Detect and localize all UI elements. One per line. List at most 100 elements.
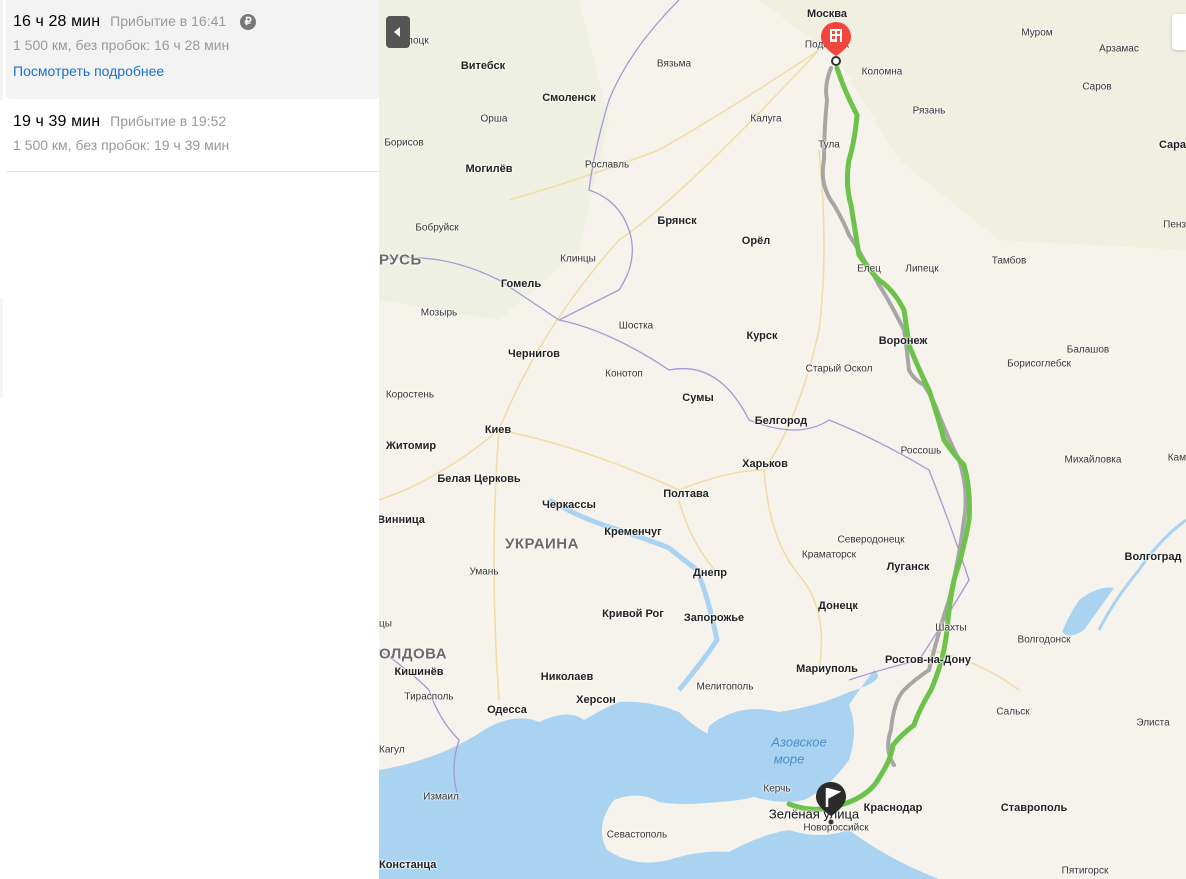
city-label: Херсон — [576, 694, 616, 706]
city-label: Бобруйск — [415, 222, 459, 234]
city-label: Вязьма — [656, 58, 692, 70]
city-label: Липецк — [905, 263, 939, 275]
city-label: Луганск — [886, 561, 930, 573]
city-label: Николаев — [540, 671, 594, 683]
city-label: Саров — [1082, 81, 1112, 93]
city-label: Кременчуг — [604, 526, 662, 538]
city-label: Клинцы — [560, 253, 596, 265]
city-label: Шахты — [935, 622, 967, 634]
city-label: Сальск — [996, 706, 1030, 718]
city-label: Борисоглебск — [1007, 358, 1071, 370]
city-label: Курск — [746, 330, 778, 342]
city-label: Конотоп — [605, 368, 643, 380]
city-label: Тамбов — [991, 255, 1027, 267]
city-label: Мелитополь — [696, 681, 754, 693]
city-label: Шостка — [618, 320, 654, 332]
city-label: Краматорск — [801, 549, 857, 561]
city-label: Брянск — [657, 215, 697, 227]
city-label: Старый Оскол — [805, 363, 873, 375]
volga-river — [1097, 518, 1186, 631]
city-label: Пятигорск — [1061, 865, 1109, 877]
city-label: Елец — [857, 263, 881, 275]
city-label: Элиста — [1136, 717, 1170, 729]
toll-road-icon: ₽ — [240, 14, 257, 30]
city-label: Житомир — [385, 440, 437, 452]
city-label: Михайловка — [1064, 454, 1122, 466]
route-panel: 16 ч 28 мин Прибытие в 16:41 ₽ 1 500 км,… — [0, 0, 379, 879]
city-label: Кам — [1167, 452, 1186, 464]
city-label: Коростень — [385, 389, 435, 401]
city-label: Констанца — [379, 859, 437, 871]
city-label: Волгодонск — [1017, 634, 1071, 646]
reservoir — [1062, 587, 1114, 636]
city-label: Калуга — [750, 113, 782, 125]
city-label: Рославль — [584, 159, 630, 171]
city-label: Гомель — [500, 278, 542, 290]
city-label: лоцк — [407, 35, 429, 47]
route-option-selected[interactable]: 16 ч 28 мин Прибытие в 16:41 ₽ 1 500 км,… — [6, 0, 379, 99]
route-details-link[interactable]: Посмотреть подробнее — [13, 63, 164, 79]
city-label: Белгород — [754, 415, 808, 427]
city-label: Кишинёв — [394, 666, 444, 678]
city-label: Воронеж — [878, 335, 928, 347]
route-option-alternative[interactable]: 19 ч 39 мин Прибытие в 19:52 1 500 км, б… — [6, 100, 379, 172]
collapse-panel-button[interactable] — [386, 16, 410, 48]
city-label: Сумы — [682, 392, 714, 404]
map-view[interactable]: Зелёная улица Азовское море УКРАИНА РУСЬ… — [379, 0, 1186, 879]
city-label: Ростов-на-Дону — [884, 654, 972, 666]
city-label: Белая Церковь — [437, 473, 521, 485]
city-label: Рязань — [912, 105, 946, 117]
city-label: Чернигов — [508, 348, 560, 360]
country-label: ОЛДОВА — [379, 645, 448, 663]
city-label: Одесса — [487, 704, 527, 716]
city-label: Харьков — [742, 458, 788, 470]
route-duration: 19 ч 39 мин — [13, 113, 101, 130]
map-controls[interactable] — [1172, 14, 1186, 50]
city-label: Орша — [480, 113, 508, 125]
city-label: Муром — [1021, 27, 1053, 39]
city-label: Полтава — [663, 488, 709, 500]
city-label: Арзамас — [1099, 43, 1139, 55]
city-label: Севастополь — [606, 829, 668, 841]
city-label: Северодонецк — [837, 534, 905, 546]
country-label: УКРАИНА — [505, 535, 579, 553]
route-distance: 1 500 км, без пробок: 16 ч 28 мин — [13, 37, 230, 53]
city-label: Киев — [484, 424, 512, 436]
city-label: цы — [379, 618, 392, 630]
route-arrival-time: Прибытие в 16:41 — [110, 13, 227, 29]
route-arrival-time: Прибытие в 19:52 — [110, 113, 227, 129]
country-label: РУСЬ — [379, 251, 422, 269]
city-label: Донецк — [818, 600, 858, 612]
city-label: Черкассы — [542, 499, 596, 511]
city-label: Могилёв — [465, 163, 513, 175]
city-label: Россошь — [900, 445, 942, 457]
city-label: Волгоград — [1124, 551, 1182, 563]
city-label: Мозырь — [420, 307, 458, 319]
city-label: Кагул — [379, 744, 405, 756]
forest-area — [379, 0, 609, 320]
sea-label: Азовское — [771, 734, 827, 750]
city-label: Пенз — [1163, 219, 1186, 231]
city-label: Москва — [806, 8, 848, 20]
city-label: Смоленск — [542, 92, 596, 104]
city-label: Сара — [1158, 139, 1186, 151]
sea-label: море — [773, 751, 805, 767]
city-label: Днепр — [693, 567, 727, 579]
city-label: Краснодар — [863, 802, 923, 814]
panel-edge-mark — [0, 298, 3, 398]
city-label: Винница — [379, 514, 425, 526]
city-label: Мариуполь — [796, 663, 858, 675]
route-distance: 1 500 км, без пробок: 19 ч 39 мин — [13, 137, 230, 153]
city-label: Кривой Рог — [602, 608, 664, 620]
city-label: Керчь — [763, 783, 791, 795]
city-label: Запорожье — [683, 612, 745, 624]
route-duration: 16 ч 28 мин — [13, 13, 101, 30]
city-label: Измаил — [423, 791, 459, 803]
city-label: Умань — [469, 566, 499, 578]
city-label: Коломна — [861, 66, 903, 78]
city-label: Балашов — [1066, 344, 1110, 356]
city-label: Борисов — [384, 137, 424, 149]
city-label: Орёл — [741, 235, 771, 247]
city-label: Тирасполь — [404, 691, 454, 703]
city-label: Ставрополь — [1000, 802, 1068, 814]
